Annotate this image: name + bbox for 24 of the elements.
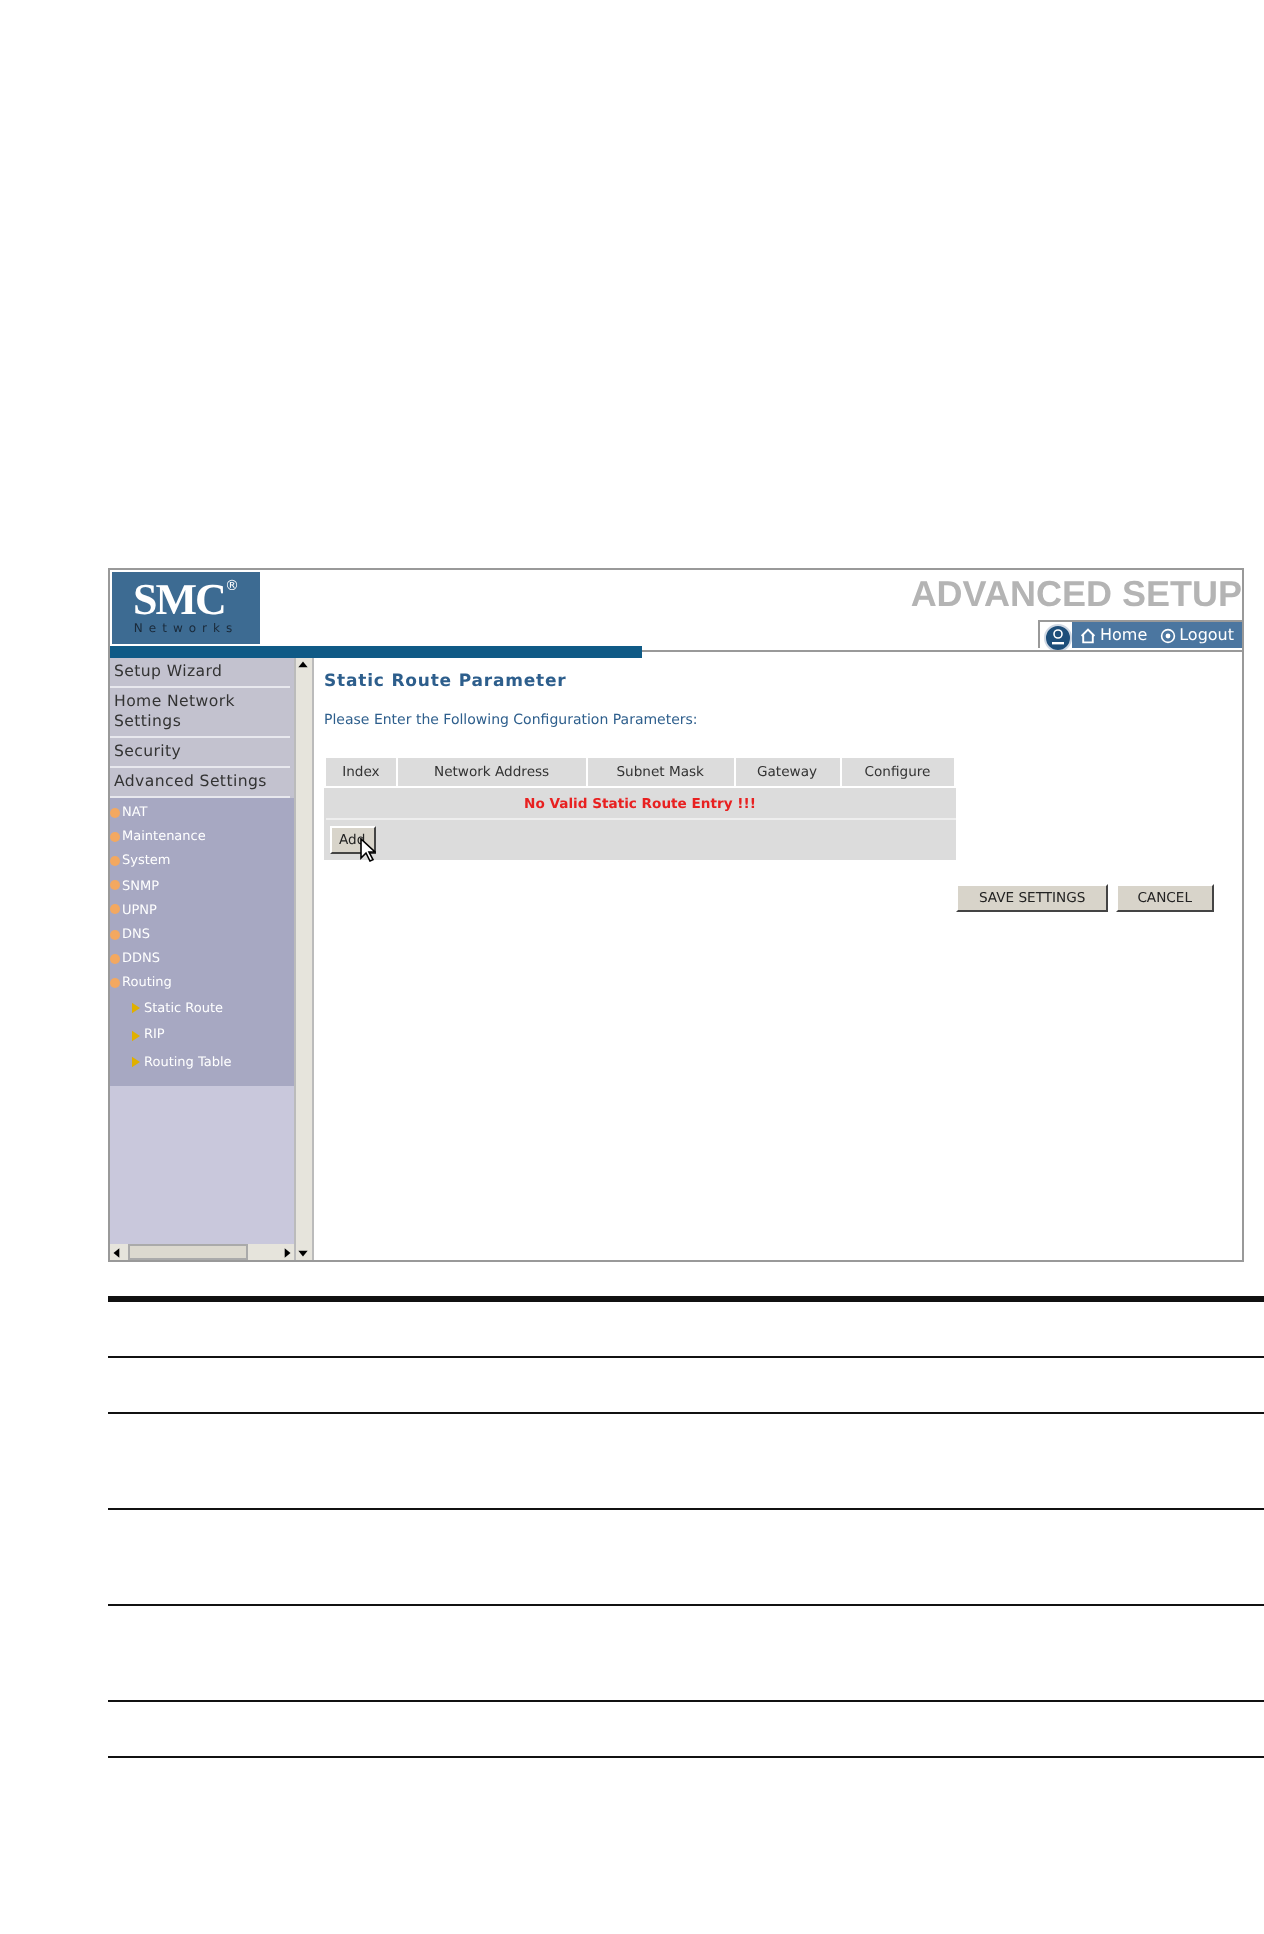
logo-text: SMC xyxy=(133,578,225,622)
page-title: ADVANCED SETUP xyxy=(910,574,1242,614)
logout-link[interactable]: Logout xyxy=(1159,626,1234,644)
scroll-right-icon[interactable] xyxy=(280,1245,294,1259)
bullet-icon xyxy=(110,880,120,891)
triangle-bullet-icon xyxy=(132,1029,140,1042)
power-icon xyxy=(1159,627,1176,643)
triangle-bullet-icon xyxy=(132,1002,140,1015)
vertical-scrollbar[interactable] xyxy=(294,658,314,1260)
bullet-icon xyxy=(110,831,120,842)
bullet-icon xyxy=(110,929,120,940)
horizontal-scrollbar[interactable] xyxy=(110,1244,294,1260)
triangle-bullet-icon xyxy=(132,1056,140,1069)
bullet-icon xyxy=(110,953,120,964)
scroll-down-icon[interactable] xyxy=(296,1246,310,1260)
home-link[interactable]: Home xyxy=(1079,626,1148,644)
page-heading: Static Route Parameter xyxy=(324,672,569,692)
bullet-icon xyxy=(110,856,120,866)
scroll-left-icon[interactable] xyxy=(110,1245,124,1259)
bullet-icon xyxy=(110,904,120,915)
bullet-icon xyxy=(110,807,120,818)
bullet-icon xyxy=(110,978,120,989)
house-icon xyxy=(1079,627,1096,643)
help-icon[interactable] xyxy=(1043,624,1072,652)
